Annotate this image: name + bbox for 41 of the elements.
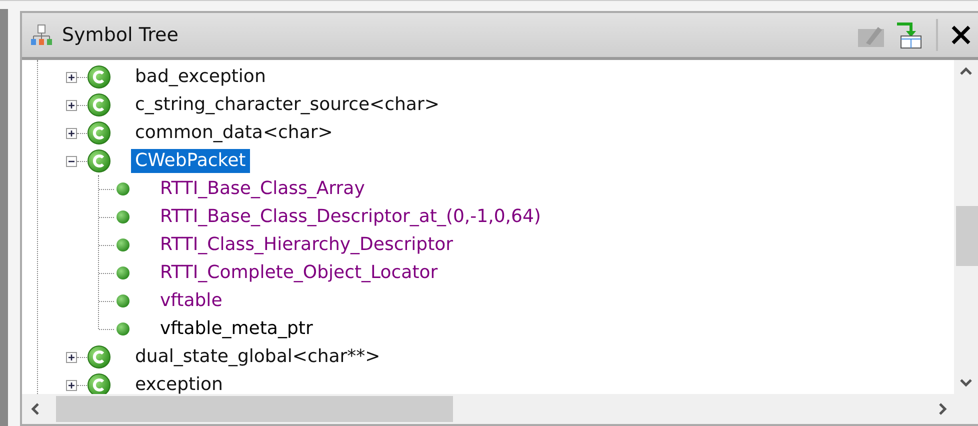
expand-toggle[interactable] bbox=[66, 352, 77, 362]
tree-item[interactable]: exception bbox=[131, 373, 227, 394]
symbol-tree-icon bbox=[30, 24, 54, 46]
scroll-down-icon[interactable] bbox=[959, 378, 973, 388]
class-icon bbox=[87, 149, 111, 173]
scroll-up-icon[interactable] bbox=[959, 66, 973, 76]
close-icon[interactable] bbox=[950, 24, 972, 46]
member-dot-icon bbox=[116, 266, 130, 280]
tree-item[interactable]: c_string_character_source<char> bbox=[131, 93, 444, 117]
collapse-toggle[interactable] bbox=[66, 156, 77, 166]
scroll-thumb[interactable] bbox=[956, 206, 978, 266]
tree-item[interactable]: CWebPacket bbox=[131, 149, 250, 173]
import-tray-icon[interactable] bbox=[894, 20, 924, 50]
tree-item[interactable]: vftable bbox=[160, 289, 222, 313]
tree-item[interactable]: RTTI_Base_Class_Array bbox=[160, 177, 365, 201]
class-icon bbox=[87, 65, 111, 89]
window-title: Symbol Tree bbox=[62, 24, 178, 46]
member-dot-icon bbox=[116, 182, 130, 196]
expand-toggle[interactable] bbox=[66, 380, 77, 390]
tree-item[interactable]: RTTI_Base_Class_Descriptor_at_(0,-1,0,64) bbox=[160, 205, 541, 229]
expand-toggle[interactable] bbox=[66, 128, 77, 138]
member-dot-icon bbox=[116, 238, 130, 252]
tree-item[interactable]: vftable_meta_ptr bbox=[160, 317, 313, 341]
tree-item[interactable]: dual_state_global<char**> bbox=[131, 345, 384, 369]
scroll-thumb[interactable] bbox=[56, 396, 453, 422]
expand-toggle[interactable] bbox=[66, 72, 77, 82]
expand-toggle[interactable] bbox=[66, 100, 77, 110]
tree-item[interactable]: bad_exception bbox=[131, 65, 270, 89]
class-icon bbox=[87, 93, 111, 117]
tree-item[interactable]: RTTI_Complete_Object_Locator bbox=[160, 261, 438, 285]
class-icon bbox=[87, 345, 111, 369]
tree-item[interactable]: common_data<char> bbox=[131, 121, 337, 145]
class-icon bbox=[87, 121, 111, 145]
vertical-scrollbar[interactable] bbox=[954, 60, 978, 394]
member-dot-icon bbox=[116, 322, 130, 336]
member-dot-icon bbox=[116, 294, 130, 308]
horizontal-scrollbar[interactable] bbox=[22, 394, 978, 424]
scroll-left-icon[interactable] bbox=[30, 402, 40, 416]
scroll-right-icon[interactable] bbox=[938, 402, 948, 416]
member-dot-icon bbox=[116, 210, 130, 224]
tree-item[interactable]: RTTI_Class_Hierarchy_Descriptor bbox=[160, 233, 454, 257]
